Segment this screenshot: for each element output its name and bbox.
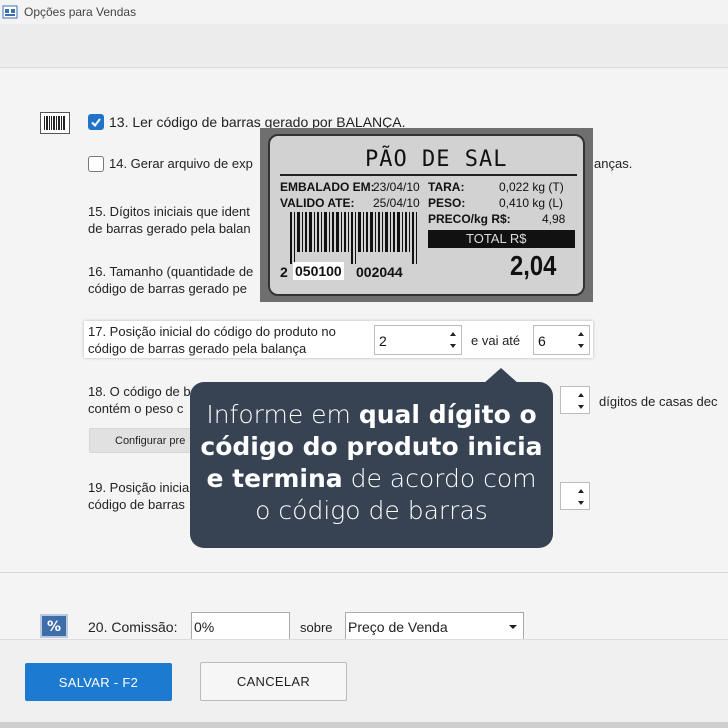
barcode-icon [40,112,70,134]
scale-label-image: PÃO DE SAL EMBALADO EM: 23/04/10 VALIDO … [260,128,593,302]
top-strip [0,24,728,68]
label-total-bar: TOTAL R$ [428,230,575,248]
opt17-between-label: e vai até [471,333,521,348]
opt18-line1: 18. O código de b [88,384,191,399]
percent-icon: % [40,614,68,638]
label-total: TOTAL R$ [466,231,527,246]
label-tara: TARA: [428,180,465,194]
label-total-value: 2,04 [510,250,557,281]
spinner-arrows-icon[interactable] [576,390,586,412]
opt19-line2: código de barras [88,497,185,512]
opt17-start-value: 2 [379,333,387,349]
opt13-checkbox[interactable] [88,114,104,130]
spinner-arrows-icon[interactable] [576,486,586,508]
label-product: PÃO DE SAL [365,147,508,172]
svg-text:%: % [47,619,61,635]
opt19-spinner[interactable] [560,482,590,510]
configure-button[interactable]: Configurar pre [89,428,199,453]
label-valido-date: 25/04/10 [373,196,420,210]
spinner-arrows-icon[interactable] [576,329,586,351]
tooltip: Informe em qual dígito o código do produ… [190,382,553,548]
label-tara-value: 0,022 kg (T) [499,180,564,194]
opt15-line1: 15. Dígitos iniciais que ident [88,204,250,219]
barcode-graphic [290,212,417,264]
opt20-label: 20. Comissão: [88,619,178,635]
opt15-line2: de barras gerado pela balan [88,221,251,236]
opt18-spinner[interactable] [560,386,590,414]
label-barcode-prefix: 2 [280,264,288,280]
label-rule [280,174,577,176]
opt17-end-spinner[interactable]: 6 [533,325,590,355]
label-barcode-highlight: 050100 [293,262,344,280]
label-valido: VALIDO ATE: [280,196,355,210]
label-peso: PESO: [428,196,466,210]
window-title: Opções para Vendas [24,5,137,19]
opt17-start-spinner[interactable]: 2 [374,325,462,355]
opt17-highlight: 17. Posição inicial do código do produto… [84,321,593,358]
opt17-line1: 17. Posição inicial do código do produto… [88,324,336,339]
label-embalado: EMBALADO EM: [280,180,375,194]
label-preco: PRECO/kg R$: [428,212,511,226]
opt18-line2: contém o peso c [88,401,184,416]
save-button[interactable]: SALVAR - F2 [25,663,172,701]
chevron-down-icon [509,625,517,629]
commission-input[interactable]: 0% [191,612,290,640]
label-embalado-date: 23/04/10 [373,180,420,194]
opt16-line2: código de barras gerado pe [88,281,248,296]
label-barcode-suffix: 002044 [356,264,403,280]
scale-label-card: PÃO DE SAL EMBALADO EM: 23/04/10 VALIDO … [268,134,585,296]
opt14-checkbox[interactable] [88,156,104,172]
section-divider [0,572,728,573]
opt18-right-label: dígitos de casas dec [599,394,718,409]
footer: SALVAR - F2 CANCELAR [0,639,728,728]
app-icon [2,5,18,19]
opt20-sobre-label: sobre [300,620,333,635]
opt17-line2: código de barras gerado pela balança [88,341,307,356]
title-bar: Opções para Vendas [0,0,728,24]
opt16-line1: 16. Tamanho (quantidade de [88,264,254,279]
opt14-label: 14. Gerar arquivo de exp [109,156,253,171]
tooltip-text: Informe em qual dígito o código do produ… [200,400,543,525]
opt19-line1: 19. Posição inicia [88,480,190,495]
cancel-button[interactable]: CANCELAR [200,662,347,701]
label-peso-value: 0,410 kg (L) [499,196,564,210]
bottom-border [0,722,728,728]
label-preco-value: 4,98 [542,212,566,226]
opt17-end-value: 6 [538,333,546,349]
commission-base-select[interactable]: Preço de Venda [345,612,524,640]
opt14-label-end: anças. [594,156,633,171]
spinner-arrows-icon[interactable] [448,329,458,351]
